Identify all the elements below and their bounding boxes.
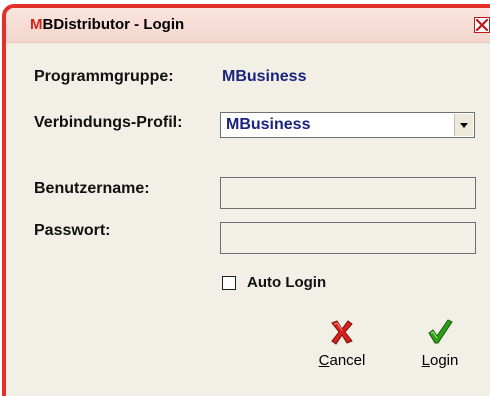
programmgruppe-label: Programmgruppe: bbox=[34, 68, 174, 85]
chevron-down-icon bbox=[460, 122, 468, 128]
window-title: MBDistributor - Login bbox=[30, 16, 185, 33]
cancel-button[interactable]: Cancel bbox=[312, 318, 372, 378]
cancel-x-icon bbox=[331, 320, 353, 345]
login-button[interactable]: Login bbox=[410, 318, 470, 378]
login-label: Login bbox=[421, 352, 459, 369]
auto-login-checkbox[interactable] bbox=[222, 276, 236, 290]
close-button[interactable] bbox=[474, 17, 490, 33]
passwort-label: Passwort: bbox=[34, 222, 111, 239]
title-bar[interactable]: MBDistributor - Login bbox=[6, 8, 490, 43]
auto-login-label[interactable]: Auto Login bbox=[247, 274, 326, 291]
profil-selected-value: MBusiness bbox=[226, 116, 311, 133]
close-icon bbox=[476, 19, 488, 31]
checkmark-icon bbox=[428, 319, 453, 344]
programmgruppe-value: MBusiness bbox=[222, 68, 307, 85]
benutzername-label: Benutzername: bbox=[34, 180, 150, 197]
cancel-label: Cancel bbox=[318, 352, 366, 369]
passwort-input[interactable] bbox=[220, 222, 476, 254]
dropdown-arrow[interactable] bbox=[454, 114, 473, 136]
benutzername-input[interactable] bbox=[220, 177, 476, 209]
profil-label: Verbindungs-Profil: bbox=[34, 114, 183, 131]
profil-select[interactable]: MBusiness bbox=[220, 112, 475, 138]
